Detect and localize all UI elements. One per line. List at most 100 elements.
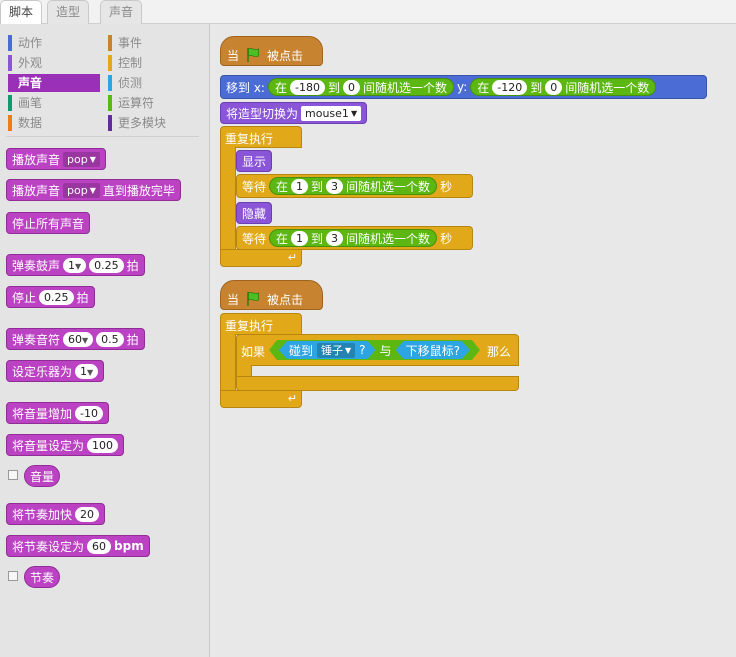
block-play-sound[interactable]: 播放声音 pop ▼ — [6, 148, 106, 170]
block-wait-random-2[interactable]: 等待 在 1 到 3 间随机选一个数 秒 — [236, 226, 473, 250]
reporter-random-y[interactable]: 在 -120 到 0 间随机选一个数 — [470, 78, 657, 96]
reporter-random-wait-1[interactable]: 在 1 到 3 间随机选一个数 — [269, 177, 438, 195]
instrument-input[interactable]: 1▼ — [75, 363, 99, 379]
block-label: 等待 — [242, 179, 267, 194]
block-label: 重复执行 — [225, 319, 274, 333]
tab-scripts[interactable]: 脚本 — [0, 0, 43, 25]
block-set-volume[interactable]: 将音量设定为 100 — [6, 434, 125, 456]
forever-loop-1-top[interactable]: 重复执行 — [220, 126, 302, 148]
category-label: 运算符 — [118, 96, 155, 110]
category-label: 控制 — [118, 56, 143, 70]
random-from-input[interactable]: 1 — [291, 178, 309, 194]
block-label: 重复执行 — [225, 132, 274, 146]
tab-sounds[interactable]: 声音 — [100, 0, 143, 24]
boolean-mouse-down[interactable]: 下移鼠标? — [396, 341, 470, 359]
block-palette: 动作 事件 外观 控制 声音 侦测 画笔 运算符 数据 更多模块 播放声音 po… — [0, 24, 210, 657]
category-swatch — [108, 35, 112, 51]
block-label: 在 — [477, 80, 490, 95]
random-from-input[interactable]: 1 — [291, 230, 309, 246]
category-sensing[interactable]: 侦测 — [108, 74, 200, 92]
block-label: y: — [456, 80, 468, 94]
random-from-input[interactable]: -180 — [289, 79, 325, 95]
boolean-touching[interactable]: 碰到 锤子 ▼ ? — [279, 341, 376, 359]
change-volume-input[interactable]: -10 — [75, 405, 103, 421]
block-label: 将节奏加快 — [12, 507, 73, 522]
block-set-instrument[interactable]: 设定乐器为 1▼ — [6, 360, 105, 382]
block-hide[interactable]: 隐藏 — [236, 202, 273, 224]
hat-when-flag-clicked-2[interactable]: 当 被点击 — [220, 280, 323, 310]
category-motion[interactable]: 动作 — [8, 34, 100, 52]
random-to-input[interactable]: 0 — [342, 79, 360, 95]
block-change-volume[interactable]: 将音量增加 -10 — [6, 402, 109, 424]
block-label: 拍 — [126, 258, 139, 273]
category-swatch — [108, 75, 112, 91]
random-from-input[interactable]: -120 — [492, 79, 528, 95]
beats-input[interactable]: 0.25 — [89, 257, 124, 273]
reporter-random-wait-2[interactable]: 在 1 到 3 间随机选一个数 — [269, 229, 438, 247]
forever-loop-1-bottom: ↵ — [220, 249, 302, 267]
tempo-checkbox[interactable] — [8, 571, 18, 581]
reporter-volume[interactable]: 音量 — [24, 465, 61, 487]
block-label: 停止所有声音 — [12, 216, 85, 231]
tab-costumes[interactable]: 造型 — [47, 0, 90, 24]
category-control[interactable]: 控制 — [108, 54, 200, 72]
if-block-top[interactable]: 如果 碰到 锤子 ▼ ? 与 下移鼠标? 那么 — [236, 334, 519, 366]
block-play-drum[interactable]: 弹奏鼓声 1▼ 0.25 拍 — [6, 254, 145, 276]
category-data[interactable]: 数据 — [8, 114, 100, 132]
note-beats-input[interactable]: 0.5 — [96, 331, 124, 347]
boolean-and[interactable]: 碰到 锤子 ▼ ? 与 下移鼠标? — [269, 340, 480, 360]
random-to-input[interactable]: 3 — [326, 230, 344, 246]
forever-loop-2-bottom: ↵ — [220, 390, 302, 408]
category-pen[interactable]: 画笔 — [8, 94, 100, 112]
touching-target-dropdown[interactable]: 锤子 ▼ — [317, 343, 355, 358]
set-tempo-input[interactable]: 60 — [87, 538, 112, 554]
block-label: 音量 — [30, 469, 55, 484]
category-label: 更多模块 — [118, 116, 167, 130]
dropdown-arrow-icon: ▼ — [87, 367, 94, 377]
set-volume-input[interactable]: 100 — [87, 437, 119, 453]
change-tempo-input[interactable]: 20 — [75, 506, 100, 522]
block-go-to-xy[interactable]: 移到 x: 在 -180 到 0 间随机选一个数 y: 在 -120 到 0 间… — [220, 75, 707, 99]
category-operators[interactable]: 运算符 — [108, 94, 200, 112]
block-stop-all-sounds[interactable]: 停止所有声音 — [6, 212, 91, 234]
block-show[interactable]: 显示 — [236, 150, 273, 172]
reporter-tempo[interactable]: 节奏 — [24, 566, 61, 588]
block-label: 到 — [311, 179, 324, 194]
block-label: 将音量增加 — [12, 406, 73, 421]
random-to-input[interactable]: 0 — [545, 79, 563, 95]
forever-loop-2-top[interactable]: 重复执行 — [220, 313, 302, 335]
category-sound[interactable]: 声音 — [8, 74, 100, 92]
block-set-tempo[interactable]: 将节奏设定为 60 bpm — [6, 535, 150, 557]
block-play-note[interactable]: 弹奏音符 60▼ 0.5 拍 — [6, 328, 145, 350]
hat-when-flag-clicked-1[interactable]: 当 被点击 — [220, 36, 323, 66]
block-label: 将音量设定为 — [12, 438, 85, 453]
block-switch-costume[interactable]: 将造型切换为 mouse1 ▼ — [220, 102, 368, 124]
block-label: 当 — [227, 292, 240, 307]
category-swatch — [8, 35, 12, 51]
block-wait-random-1[interactable]: 等待 在 1 到 3 间随机选一个数 秒 — [236, 174, 473, 198]
input-value: 1 — [68, 258, 76, 272]
costume-dropdown[interactable]: mouse1 ▼ — [301, 105, 362, 121]
block-change-tempo[interactable]: 将节奏加快 20 — [6, 503, 106, 525]
category-swatch — [8, 95, 12, 111]
volume-checkbox[interactable] — [8, 470, 18, 480]
if-block-bottom — [236, 376, 519, 391]
category-events[interactable]: 事件 — [108, 34, 200, 52]
note-input[interactable]: 60▼ — [63, 331, 94, 347]
sound-dropdown[interactable]: pop ▼ — [63, 182, 100, 198]
random-to-input[interactable]: 3 — [326, 178, 344, 194]
dropdown-value: mouse1 — [305, 106, 349, 120]
block-rest[interactable]: 停止 0.25 拍 — [6, 286, 95, 308]
block-label: 与 — [379, 343, 392, 358]
category-more-blocks[interactable]: 更多模块 — [108, 114, 200, 132]
reporter-random-x[interactable]: 在 -180 到 0 间随机选一个数 — [267, 78, 454, 96]
rest-input[interactable]: 0.25 — [39, 289, 74, 305]
sound-dropdown[interactable]: pop ▼ — [63, 151, 100, 167]
category-looks[interactable]: 外观 — [8, 54, 100, 72]
block-play-sound-until-done[interactable]: 播放声音 pop ▼ 直到播放完毕 — [6, 179, 181, 201]
green-flag-icon — [247, 292, 259, 306]
script-area[interactable]: 当 被点击 移到 x: 在 -180 到 0 间随机选一个数 y: 在 -120… — [210, 24, 736, 657]
block-label: 将造型切换为 — [226, 106, 299, 121]
block-label: 在 — [276, 179, 289, 194]
drum-input[interactable]: 1▼ — [63, 257, 87, 273]
